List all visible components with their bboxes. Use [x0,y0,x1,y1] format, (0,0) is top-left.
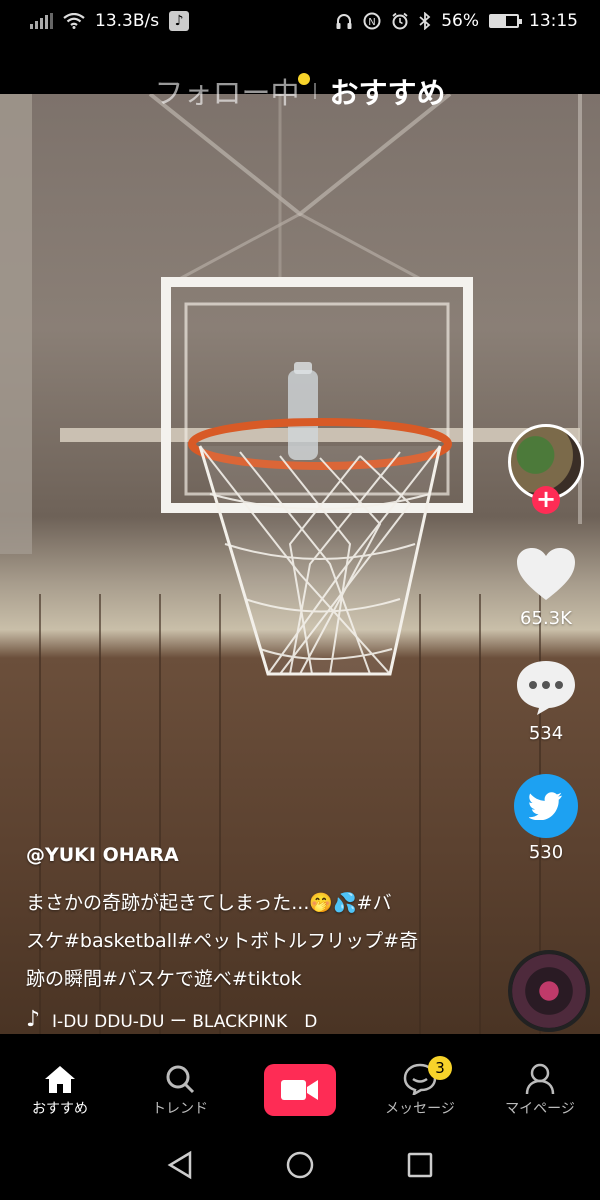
comment-count: 534 [528,723,564,744]
nav-home[interactable]: おすすめ [5,1062,115,1118]
status-bar: 13.3B/s ♪ N 56% 13:15 [0,0,600,42]
tab-divider [313,83,316,99]
tab-following[interactable]: フォロー中 [154,70,310,112]
comment-icon [517,661,575,715]
nav-mypage-label: マイページ [505,1101,575,1117]
search-icon [165,1062,195,1096]
comment-button[interactable]: 534 [515,659,577,744]
battery-percent: 56% [441,11,479,31]
follow-button[interactable]: + [532,486,560,514]
alarm-icon [392,12,408,30]
nav-record[interactable] [245,1064,355,1116]
heart-icon [517,548,575,600]
system-nav-bar [0,1130,600,1200]
nav-mypage[interactable]: マイページ [485,1062,595,1118]
video-camera-icon [264,1064,336,1116]
svg-text:N: N [368,17,375,28]
caption-line-2: スケ#basketball#ペットボトルフリップ#奇 [26,930,419,952]
new-content-dot [297,73,310,85]
action-rail: + 65.3K 534 530 [506,424,586,863]
bluetooth-icon [419,12,431,30]
battery-icon [489,14,522,28]
nav-messages[interactable]: 3 メッセージ [365,1056,475,1118]
home-circle-icon[interactable] [285,1150,315,1180]
home-icon [44,1062,76,1096]
creator-avatar[interactable]: + [508,424,584,514]
tab-following-label: フォロー中 [154,76,300,110]
clock: 13:15 [529,11,578,31]
caption-line-3: 跡の瞬間#バスケで遊べ#tiktok [26,968,302,990]
music-disc[interactable] [508,950,590,1032]
nav-trend[interactable]: トレンド [125,1062,235,1118]
share-count: 530 [528,842,564,863]
video-caption: @YUKI OHARA まさかの奇跡が起きてしまった...🤭💦#バ スケ#bas… [26,844,456,998]
nav-messages-label: メッセージ [385,1101,455,1117]
profile-icon [525,1062,555,1096]
recents-icon[interactable] [406,1151,434,1179]
network-speed: 13.3B/s [95,11,160,31]
like-count: 65.3K [520,608,572,629]
signal-icon [30,13,53,29]
like-button[interactable]: 65.3K [515,546,577,629]
creator-username[interactable]: @YUKI OHARA [26,844,456,866]
feed-tabs: フォロー中 おすすめ [0,70,600,112]
music-ticker[interactable]: ♪ I-DU DDU-DU ー BLACKPINK D [26,1007,317,1032]
twitter-icon [514,774,578,838]
music-app-icon: ♪ [169,11,190,31]
share-twitter-button[interactable]: 530 [514,774,578,863]
nav-trend-label: トレンド [152,1101,208,1117]
message-badge: 3 [428,1056,452,1080]
music-title: I-DU DDU-DU ー BLACKPINK D [52,1012,318,1032]
nav-home-label: おすすめ [32,1101,88,1117]
bottom-nav: おすすめ トレンド 3 メッセージ マイページ [0,1050,600,1130]
headphones-icon [336,14,352,29]
tiktok-note-icon: ♪ [26,1007,41,1032]
back-icon[interactable] [166,1150,194,1180]
caption-line-1: まさかの奇跡が起きてしまった...🤭💦#バ [26,892,392,914]
data-saver-icon: N [363,12,381,30]
wifi-icon [63,13,85,29]
tab-recommended[interactable]: おすすめ [330,70,446,112]
